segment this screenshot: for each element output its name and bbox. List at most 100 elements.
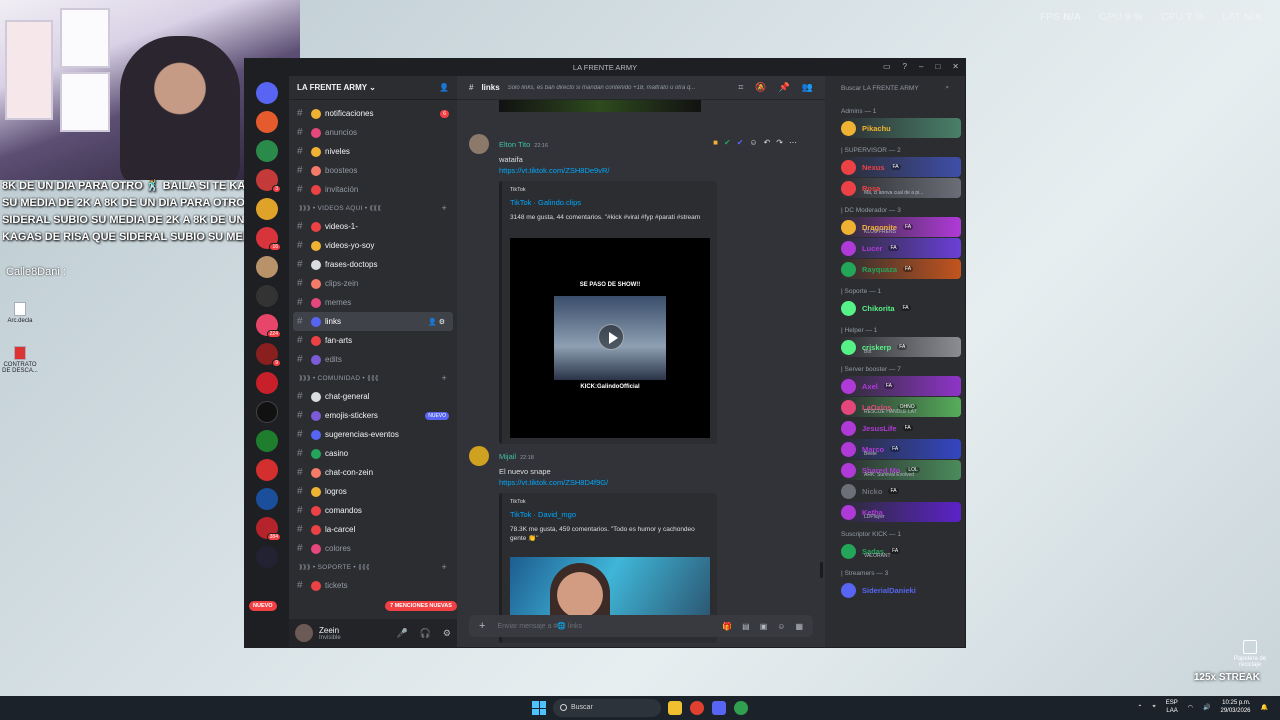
server-icon[interactable]	[256, 488, 278, 510]
close-button[interactable]: ✕	[952, 62, 959, 71]
server-header[interactable]: LA FRENTE ARMY ⌄ 👤	[289, 76, 457, 100]
channel-invitación[interactable]: # invitación	[289, 180, 457, 199]
maximize-button[interactable]: □	[935, 62, 940, 71]
channel-category[interactable]: ⟫⟫⟫ • SOPORTE • ⟪⟪⟪ +	[289, 558, 457, 576]
member-item[interactable]: Nicko FA	[839, 481, 961, 501]
member-item[interactable]: SiderialDanieki	[839, 580, 961, 600]
server-icon[interactable]	[256, 430, 278, 452]
chrome-profile-icon[interactable]	[734, 701, 748, 715]
channel-fan-arts[interactable]: # fan-arts	[289, 331, 457, 350]
microphone-icon[interactable]: 🎤	[396, 628, 407, 639]
avatar[interactable]	[841, 300, 856, 316]
windows-start-icon[interactable]	[532, 701, 546, 715]
minimize-button[interactable]: –	[919, 62, 923, 71]
avatar[interactable]	[841, 159, 856, 175]
server-icon[interactable]	[256, 546, 278, 568]
search-input[interactable]: Buscar LA FRENTE ARMY ⌕	[825, 76, 965, 100]
scrollbar[interactable]	[820, 562, 823, 578]
avatar[interactable]	[295, 624, 313, 642]
channel-chat-general[interactable]: # chat-general	[289, 387, 457, 406]
message[interactable]: Elton Tito 22:16 wataifa https://vt.tikto…	[469, 134, 809, 444]
clock[interactable]: 10:25 p.m. 29/03/2026	[1220, 699, 1250, 715]
check-reaction-icon[interactable]: ✔	[724, 138, 731, 147]
channel-edits[interactable]: # edits	[289, 350, 457, 369]
avatar[interactable]	[841, 378, 856, 394]
emoji-icon[interactable]: ☺	[777, 622, 785, 631]
member-item[interactable]: Nexus FA	[839, 157, 961, 177]
forward-icon[interactable]: ↷	[776, 138, 783, 147]
channel-notificaciones[interactable]: # notificaciones 6	[289, 104, 457, 123]
avatar[interactable]	[841, 420, 856, 436]
mentions-pill[interactable]: 7 MENCIONES NUEVAS	[385, 601, 457, 611]
threads-icon[interactable]: ⌗	[738, 82, 743, 93]
desktop-pdf-icon[interactable]: CONTRATO DE DESCA...	[0, 346, 40, 374]
apps-icon[interactable]: ▦	[795, 622, 803, 631]
avatar[interactable]	[841, 339, 856, 355]
server-icon[interactable]	[256, 111, 278, 133]
message-composer[interactable]: + Enviar mensaje a #🌐 links 🎁 ▤ ▣ ☺ ▦	[469, 615, 813, 637]
member-item[interactable]: Axel FA	[839, 376, 961, 396]
avatar[interactable]	[841, 219, 856, 235]
member-item[interactable]: Ketha LDPlayer	[839, 502, 961, 522]
server-icon[interactable]: 224	[256, 314, 281, 338]
members-icon[interactable]: 👥	[802, 82, 813, 93]
headphones-icon[interactable]: 🎧	[420, 628, 431, 639]
pin-icon[interactable]: 📌	[779, 82, 790, 93]
channel-tickets[interactable]: # tickets	[289, 576, 457, 595]
channel-casino[interactable]: # casino	[289, 444, 457, 463]
member-item[interactable]: Shared Mo LOL ARK: Survival Evolved	[839, 460, 961, 480]
channel-memes[interactable]: # memes	[289, 293, 457, 312]
avatar[interactable]	[841, 180, 856, 196]
add-channel-icon[interactable]: +	[441, 562, 447, 572]
avatar[interactable]	[841, 543, 856, 559]
avatar[interactable]	[841, 441, 856, 457]
gif-icon[interactable]: ▤	[742, 622, 750, 631]
channel-boosteos[interactable]: # boosteos	[289, 161, 457, 180]
play-icon[interactable]	[598, 324, 624, 350]
channel-colores[interactable]: # colores	[289, 539, 457, 558]
message[interactable]: Mijail 22:18 El nuevo snape https://vt.ti…	[469, 446, 809, 643]
server-icon[interactable]	[256, 140, 278, 162]
check-blue-reaction-icon[interactable]: ✔	[737, 138, 744, 147]
avatar[interactable]	[841, 462, 856, 478]
notification-bell-icon[interactable]: 🔕	[755, 82, 766, 93]
wifi-icon[interactable]: ◠	[1188, 704, 1193, 711]
member-item[interactable]: Dragonite FA KLOU FRENS	[839, 217, 961, 237]
channel-logros[interactable]: # logros	[289, 482, 457, 501]
taskbar-search[interactable]: Buscar	[553, 699, 661, 717]
member-item[interactable]: JesusLife FA	[839, 418, 961, 438]
notification-bell-icon[interactable]: 🔔	[1261, 704, 1268, 711]
recycle-bin-icon[interactable]: Papelera de reciclaje	[1230, 640, 1270, 668]
location-icon[interactable]: ⌖	[1152, 704, 1155, 711]
add-channel-icon[interactable]: +	[441, 203, 447, 213]
member-item[interactable]: criskerp FA Bot	[839, 337, 961, 357]
new-pill[interactable]: NUEVO	[249, 601, 277, 611]
more-icon[interactable]: ⋯	[789, 138, 797, 147]
member-item[interactable]: Marco FA Beele	[839, 439, 961, 459]
member-item[interactable]: Pikachu	[839, 118, 961, 138]
channel-frases-doctops[interactable]: # frases-doctops	[289, 255, 457, 274]
member-item[interactable]: Sadas FA VALORANT	[839, 541, 961, 561]
server-icon[interactable]	[256, 372, 278, 394]
channel-category[interactable]: ⟫⟫⟫ • VIDEOS AQUI • ⟪⟪⟪ +	[289, 199, 457, 217]
channel-videos-1-[interactable]: # videos-1-	[289, 217, 457, 236]
member-item[interactable]: Chikorita FA	[839, 298, 961, 318]
avatar[interactable]	[841, 120, 856, 136]
video-player[interactable]: SE PASO DE SHOW!! KICK:GalindoOfficial	[510, 238, 710, 438]
channel-niveles[interactable]: # niveles	[289, 142, 457, 161]
channel-category[interactable]: ⟫⟫⟫ • COMUNIDAD • ⟪⟪⟪ +	[289, 369, 457, 387]
help-icon[interactable]: ?	[903, 62, 907, 71]
channel-chat-con-zein[interactable]: # chat-con-zein	[289, 463, 457, 482]
channel-settings-icon[interactable]: 👤 ⚙	[428, 318, 445, 326]
chrome-icon[interactable]	[690, 701, 704, 715]
avatar[interactable]	[841, 261, 856, 277]
channel-sugerencias-eventos[interactable]: # sugerencias-eventos	[289, 425, 457, 444]
channel-comandos[interactable]: # comandos	[289, 501, 457, 520]
reaction-icon[interactable]: ■	[713, 138, 718, 147]
add-reaction-icon[interactable]: ☺	[749, 138, 757, 147]
channel-clips-zein[interactable]: # clips-zein	[289, 274, 457, 293]
inbox-icon[interactable]: ▭	[883, 62, 891, 71]
discord-icon[interactable]	[712, 701, 726, 715]
desktop-file-icon[interactable]: Arc.decla	[0, 302, 40, 324]
member-item[interactable]: LaOxlos OHNO RESCUE HANDLE LAT	[839, 397, 961, 417]
